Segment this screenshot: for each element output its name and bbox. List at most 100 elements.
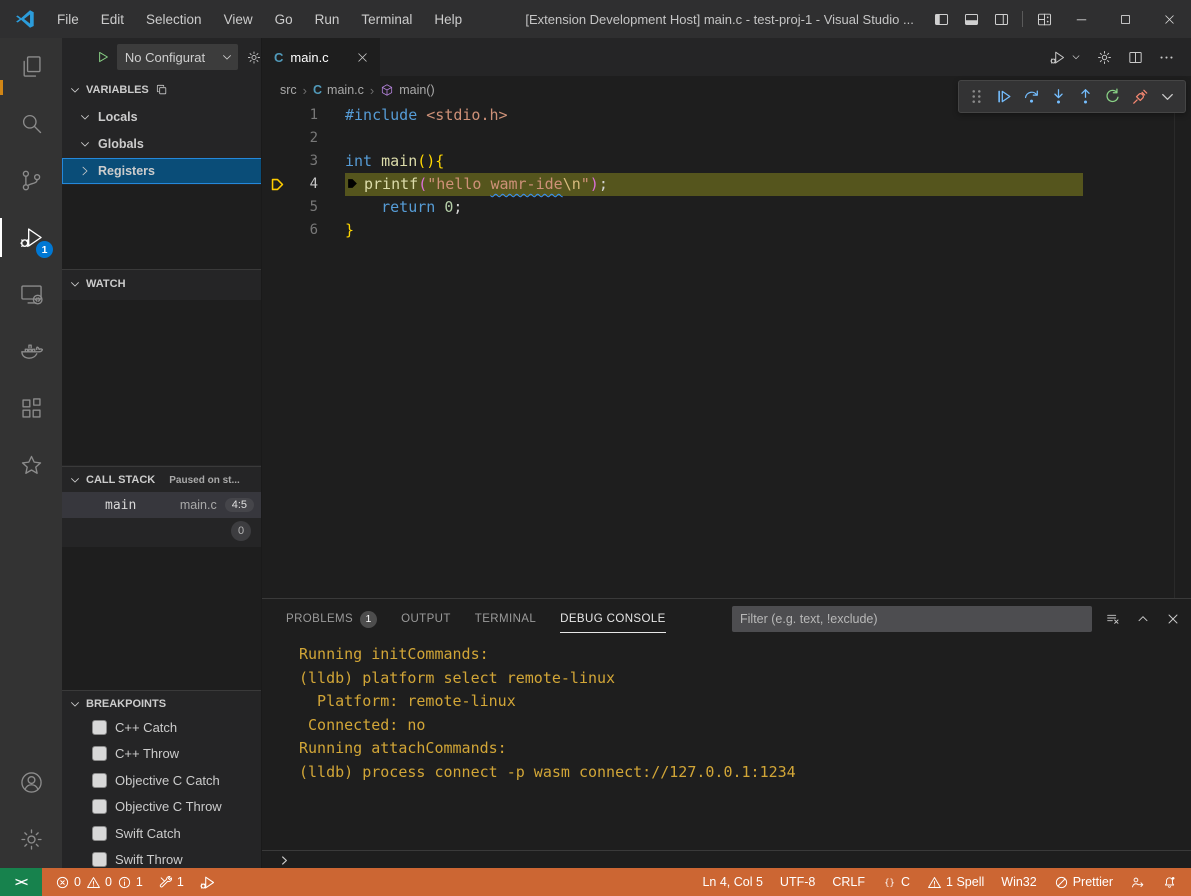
activity-star-view[interactable] bbox=[0, 437, 62, 494]
restart-button[interactable] bbox=[1101, 85, 1125, 109]
code-line-6[interactable]: 6} bbox=[262, 219, 1191, 242]
cursor-position[interactable]: Ln 4, Col 5 bbox=[702, 875, 762, 889]
spell-checker[interactable]: 1 Spell bbox=[927, 875, 984, 890]
tab-problems[interactable]: PROBLEMS1 bbox=[286, 599, 377, 639]
platform[interactable]: Win32 bbox=[1001, 875, 1036, 889]
breakpoint-row[interactable]: Swift Throw bbox=[62, 847, 262, 869]
stack-frame-row[interactable]: main main.c 4:5 bbox=[62, 492, 262, 518]
activity-source-control[interactable] bbox=[0, 152, 62, 209]
tab-debug-console[interactable]: DEBUG CONSOLE bbox=[560, 599, 666, 639]
close-window-button[interactable] bbox=[1147, 0, 1191, 38]
console-filter-input[interactable] bbox=[732, 606, 1092, 632]
toolbar-drag-grip[interactable] bbox=[965, 85, 989, 109]
activity-docker[interactable] bbox=[0, 323, 62, 380]
breakpoint-row[interactable]: Objective C Throw bbox=[62, 794, 262, 820]
menu-view[interactable]: View bbox=[213, 0, 264, 38]
tab-output[interactable]: OUTPUT bbox=[401, 599, 451, 639]
variables-section-header[interactable]: VARIABLES bbox=[62, 78, 262, 102]
disconnect-button[interactable] bbox=[1128, 85, 1152, 109]
breakpoint-row[interactable]: Objective C Catch bbox=[62, 767, 262, 793]
code-line-2[interactable]: 2 bbox=[262, 127, 1191, 150]
activity-manage[interactable] bbox=[0, 811, 62, 868]
tab-main-c[interactable]: C main.c bbox=[262, 38, 380, 76]
eol-sequence[interactable]: CRLF bbox=[832, 875, 865, 889]
breakpoint-checkbox[interactable] bbox=[92, 746, 107, 761]
code-editor[interactable]: 1#include <stdio.h>23int main(){4printf(… bbox=[262, 104, 1191, 598]
notifications[interactable] bbox=[1162, 875, 1177, 890]
close-tab-icon[interactable] bbox=[355, 50, 370, 65]
breakpoint-checkbox[interactable] bbox=[92, 720, 107, 735]
language-mode[interactable]: {}C bbox=[882, 875, 910, 890]
editor-gutter[interactable]: 1 bbox=[262, 104, 345, 127]
code-line-content[interactable]: } bbox=[345, 219, 1191, 242]
menu-terminal[interactable]: Terminal bbox=[350, 0, 423, 38]
code-line-5[interactable]: 5return 0; bbox=[262, 196, 1191, 219]
debug-current-line-arrow[interactable] bbox=[262, 173, 292, 196]
code-line-content[interactable] bbox=[345, 127, 1191, 150]
breakpoints-section-header[interactable]: BREAKPOINTS bbox=[62, 692, 262, 716]
encoding[interactable]: UTF-8 bbox=[780, 875, 815, 889]
debug-console-output[interactable]: Running initCommands:(lldb) platform sel… bbox=[262, 639, 1191, 850]
debug-more-dropdown[interactable] bbox=[1155, 85, 1179, 109]
tools-status[interactable]: 1 bbox=[158, 875, 184, 890]
continue-button[interactable] bbox=[992, 85, 1016, 109]
breakpoint-checkbox[interactable] bbox=[92, 799, 107, 814]
code-line-3[interactable]: 3int main(){ bbox=[262, 150, 1191, 173]
menu-edit[interactable]: Edit bbox=[90, 0, 135, 38]
activity-explorer[interactable] bbox=[0, 38, 62, 95]
breakpoint-row[interactable]: Swift Catch bbox=[62, 820, 262, 846]
call-stack-section-header[interactable]: CALL STACK Paused on st... bbox=[62, 468, 262, 492]
editor-gutter[interactable]: 6 bbox=[262, 219, 345, 242]
maximize-button[interactable] bbox=[1103, 0, 1147, 38]
variable-scope-registers[interactable]: Registers bbox=[62, 158, 262, 184]
minimize-button[interactable] bbox=[1059, 0, 1103, 38]
more-editor-actions[interactable] bbox=[1158, 49, 1175, 66]
editor-scrollbar[interactable] bbox=[1174, 104, 1175, 598]
variable-scope-locals[interactable]: Locals bbox=[62, 104, 262, 130]
variable-scope-globals[interactable]: Globals bbox=[62, 131, 262, 157]
clear-console-icon[interactable] bbox=[1105, 611, 1121, 627]
configure-gear-button[interactable] bbox=[246, 49, 262, 66]
toggle-panel[interactable] bbox=[956, 4, 986, 34]
editor-gutter[interactable]: 4 bbox=[262, 173, 345, 196]
activity-run-and-debug[interactable]: 1 bbox=[0, 209, 62, 266]
breadcrumb-symbol[interactable]: main() bbox=[380, 83, 434, 97]
run-or-debug-button[interactable] bbox=[1049, 49, 1066, 66]
step-out-button[interactable] bbox=[1074, 85, 1098, 109]
breadcrumb-folder[interactable]: src bbox=[280, 83, 297, 97]
editor-gutter[interactable]: 3 bbox=[262, 150, 345, 173]
step-into-button[interactable] bbox=[1046, 85, 1070, 109]
menu-help[interactable]: Help bbox=[423, 0, 473, 38]
menu-go[interactable]: Go bbox=[264, 0, 304, 38]
start-debugging-button[interactable] bbox=[94, 48, 111, 66]
breakpoint-row[interactable]: C++ Throw bbox=[62, 741, 262, 767]
remote-indicator[interactable]: >< bbox=[0, 868, 42, 896]
editor-settings-button[interactable] bbox=[1096, 49, 1113, 66]
breadcrumb-file[interactable]: C main.c bbox=[313, 83, 364, 97]
toggle-primary-sidebar[interactable] bbox=[926, 4, 956, 34]
activity-search[interactable] bbox=[0, 95, 62, 152]
breakpoint-margin[interactable] bbox=[262, 219, 292, 242]
code-line-content[interactable]: return 0; bbox=[345, 196, 1191, 219]
code-line-content[interactable]: printf("hello wamr-ide\n"); bbox=[345, 173, 1191, 196]
breakpoint-margin[interactable] bbox=[262, 196, 292, 219]
activity-accounts[interactable] bbox=[0, 754, 62, 811]
menu-file[interactable]: File bbox=[46, 0, 90, 38]
breakpoint-margin[interactable] bbox=[262, 104, 292, 127]
problems-status[interactable]: 0 0 1 bbox=[55, 875, 143, 890]
close-panel-icon[interactable] bbox=[1165, 611, 1181, 627]
feedback[interactable] bbox=[1130, 875, 1145, 890]
debug-status[interactable] bbox=[199, 874, 216, 891]
debug-console-input[interactable] bbox=[262, 850, 1191, 869]
code-line-4[interactable]: 4printf("hello wamr-ide\n"); bbox=[262, 173, 1191, 196]
editor-gutter[interactable]: 2 bbox=[262, 127, 345, 150]
watch-section-header[interactable]: WATCH bbox=[62, 272, 262, 296]
breakpoint-checkbox[interactable] bbox=[92, 852, 107, 867]
breakpoint-margin[interactable] bbox=[262, 127, 292, 150]
launch-configuration-dropdown[interactable]: No Configurat bbox=[117, 44, 238, 70]
code-line-content[interactable]: int main(){ bbox=[345, 150, 1191, 173]
activity-remote-explorer[interactable] bbox=[0, 266, 62, 323]
breakpoint-checkbox[interactable] bbox=[92, 773, 107, 788]
editor-gutter[interactable]: 5 bbox=[262, 196, 345, 219]
maximize-panel-icon[interactable] bbox=[1135, 611, 1151, 627]
